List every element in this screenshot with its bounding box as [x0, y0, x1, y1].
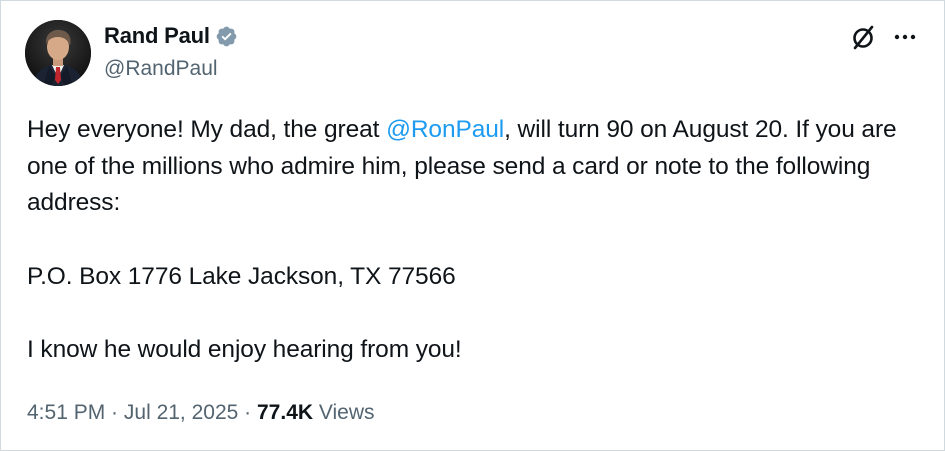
tweet-time[interactable]: 4:51 PM: [27, 399, 105, 427]
grok-icon[interactable]: [850, 23, 878, 51]
meta-separator-2: ·: [238, 401, 257, 424]
views-label: Views: [313, 399, 375, 427]
avatar[interactable]: [25, 20, 91, 86]
tweet-meta: 4:51 PM · Jul 21, 2025 · 77.4K Views: [27, 399, 375, 427]
tweet-card: Rand Paul @RandPaul Hey everyone! My dad…: [0, 0, 945, 451]
tweet-text-intro: Hey everyone! My dad, the great: [27, 116, 387, 143]
mention-link[interactable]: @RonPaul: [386, 116, 504, 143]
views-label-text: Views: [318, 401, 375, 424]
author-display-name[interactable]: Rand Paul: [104, 23, 210, 49]
verified-badge-icon[interactable]: [215, 25, 238, 48]
tweet-address: P.O. Box 1776 Lake Jackson, TX 77566: [27, 262, 456, 290]
views-count: 77.4K: [257, 401, 314, 424]
tweet-date[interactable]: Jul 21, 2025: [124, 399, 238, 427]
author-name-row: Rand Paul: [104, 23, 238, 49]
tweet-paragraph-1: Hey everyone! My dad, the great @RonPaul…: [27, 112, 932, 222]
tweet-closing: I know he would enjoy hearing from you!: [27, 336, 462, 363]
tweet-actions-top: [850, 23, 916, 51]
author-handle[interactable]: @RandPaul: [104, 56, 218, 82]
more-options-icon[interactable]: [894, 33, 916, 41]
meta-separator-1: ·: [105, 401, 124, 424]
tweet-text: Hey everyone! My dad, the great @RonPaul…: [27, 112, 932, 369]
